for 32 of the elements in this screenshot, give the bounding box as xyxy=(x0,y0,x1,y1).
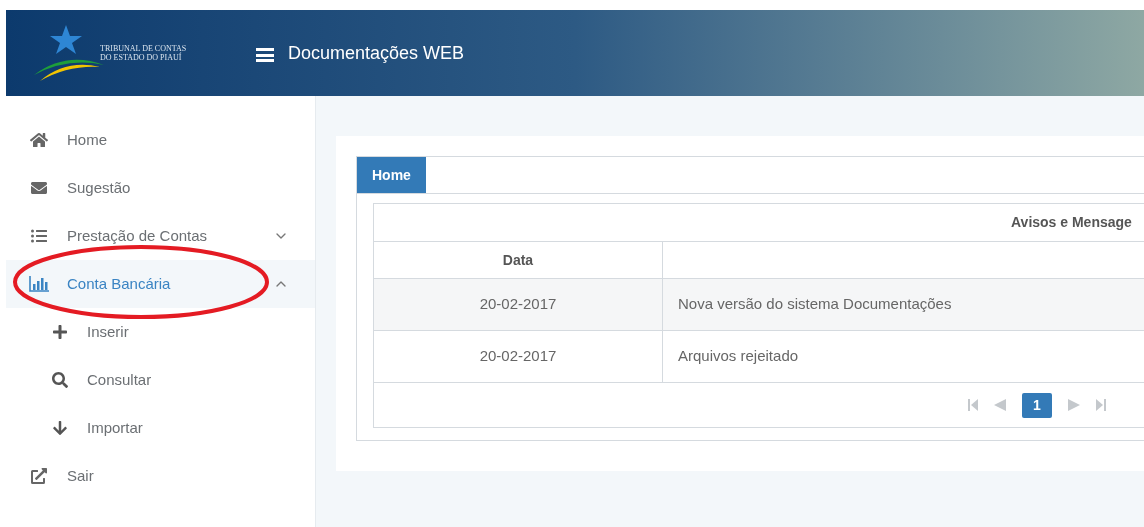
home-icon xyxy=(29,132,49,148)
table-title: Avisos e Mensage xyxy=(1011,213,1132,232)
tab[interactable]: Home xyxy=(357,157,426,193)
table-cell: 20-02-2017 xyxy=(374,279,663,330)
previous-page-icon[interactable] xyxy=(994,399,1006,411)
plus-icon xyxy=(52,324,68,340)
menu-icon[interactable] xyxy=(256,48,274,62)
last-page-icon[interactable] xyxy=(1096,399,1106,411)
envelope-icon xyxy=(29,180,49,196)
sidebar-item[interactable]: Conta Bancária xyxy=(6,260,315,308)
submenu-item[interactable]: Importar xyxy=(6,404,315,452)
sidebar-item[interactable]: Prestação de Contas xyxy=(6,212,315,260)
sidebar-item[interactable]: Sair xyxy=(6,452,315,500)
page-button[interactable]: 1 xyxy=(1022,392,1052,418)
bar-chart-icon xyxy=(29,276,49,292)
list-icon xyxy=(29,228,49,244)
sidebar-item[interactable]: Home xyxy=(6,116,315,164)
logo-text: DO ESTADO DO PIAUÍ xyxy=(100,53,182,62)
sidebar-item[interactable]: Sugestão xyxy=(6,164,315,212)
submenu-item[interactable]: Consultar xyxy=(6,356,315,404)
table-cell-text: Nova versão do sistema Documentações xyxy=(677,294,953,315)
app-title: Documentações WEB xyxy=(288,41,465,65)
logo-text: TRIBUNAL DE CONTAS xyxy=(100,44,187,53)
submenu-item[interactable]: Inserir xyxy=(6,308,315,356)
search-icon xyxy=(52,372,68,388)
table-cell-text: Arquivos rejeitado xyxy=(677,346,800,367)
column-header: Data xyxy=(374,242,663,278)
arrow-down-icon xyxy=(52,420,68,436)
external-link-icon xyxy=(29,468,49,484)
table-cell: 20-02-2017 xyxy=(374,331,663,382)
next-page-icon[interactable] xyxy=(1068,399,1080,411)
first-page-icon[interactable] xyxy=(968,399,978,411)
